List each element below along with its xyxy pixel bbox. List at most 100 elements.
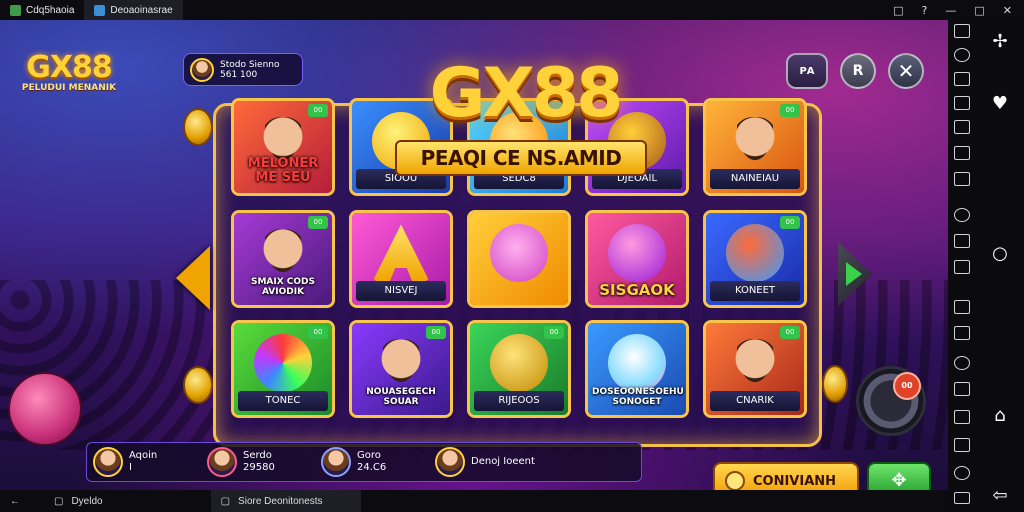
- toolbar-tool-icon[interactable]: [954, 260, 970, 274]
- gift-button[interactable]: ✥: [867, 462, 931, 490]
- minimize-icon[interactable]: —: [945, 4, 956, 17]
- coin-icon: [183, 366, 213, 404]
- tile-badge: 00: [308, 104, 328, 117]
- close-button[interactable]: ✕: [888, 53, 924, 89]
- game-symbol-icon: [726, 224, 784, 283]
- lock-icon[interactable]: ⌂: [990, 406, 1010, 426]
- toolbar-tool-icon[interactable]: [954, 438, 970, 452]
- toolbar-tool-icon[interactable]: [954, 172, 970, 186]
- settings-button[interactable]: РА: [786, 53, 828, 89]
- toolbar-tool-icon[interactable]: [954, 208, 970, 222]
- toolbar-tool-icon[interactable]: [954, 410, 970, 424]
- game-tile[interactable]: 00 NOUASEGECH SOUAR: [349, 320, 453, 418]
- tab-1[interactable]: Cdq5haoia: [0, 0, 84, 20]
- tile-badge: 00: [308, 216, 328, 229]
- game-subtitle-banner: PEAQI CE NS.AMID: [395, 140, 647, 176]
- character-portrait: [378, 339, 424, 392]
- toolbar-tool-icon[interactable]: [954, 356, 970, 370]
- list-item[interactable]: Serdo 29580: [207, 447, 311, 477]
- game-tile[interactable]: 00 CNARIK: [703, 320, 807, 418]
- player-profile-card[interactable]: Stodo Sienno 561 100: [183, 53, 303, 86]
- game-tile-label: NOUASEGECH SOUAR: [366, 387, 436, 407]
- coin-icon: [822, 365, 848, 403]
- heart-icon[interactable]: ♥: [990, 94, 1010, 114]
- continue-button[interactable]: CONIVIANH: [713, 462, 859, 490]
- game-tile[interactable]: DOSEOONESOEHU SONOGET: [585, 320, 689, 418]
- list-item[interactable]: Goro 24.C6: [321, 447, 425, 477]
- game-symbol-icon: [254, 334, 312, 393]
- tile-badge: 00: [780, 326, 800, 339]
- game-tile[interactable]: 00 TONEC: [231, 320, 335, 418]
- game-symbol-icon: [608, 334, 666, 393]
- game-tile[interactable]: 00 RIJEOOS: [467, 320, 571, 418]
- game-tile[interactable]: 00 NAINEIAU: [703, 98, 807, 196]
- player-score: 29580: [243, 462, 275, 473]
- player-score: I: [129, 462, 132, 473]
- game-tile-label: MELONER ME SEU: [247, 156, 319, 185]
- taskbar-item[interactable]: ▢ Siore Deonitonests: [210, 490, 361, 512]
- game-tile-label: CNARIK: [710, 391, 800, 411]
- game-tile-label: TONEC: [238, 391, 328, 411]
- taskbar-item-label: Dyeldo: [71, 495, 103, 507]
- player-name: Goro: [357, 450, 381, 461]
- game-tile-label: KONEET: [710, 281, 800, 301]
- player-name: Aqoin: [129, 450, 158, 461]
- spin-badge: 00: [893, 372, 921, 400]
- toolbar-tool-icon[interactable]: [954, 466, 970, 480]
- tab-1-label: Cdq5haoia: [26, 4, 75, 16]
- toolbar-tool-icon[interactable]: [954, 326, 970, 340]
- players-strip: Aqoin I Serdo 29580 Goro 24.C6 Denoj Ioe…: [86, 442, 642, 482]
- toolbar-tool-icon[interactable]: [954, 48, 970, 62]
- game-tile[interactable]: [467, 210, 571, 308]
- toolbar-tool-icon[interactable]: [954, 300, 970, 314]
- game-tile[interactable]: NISVEJ: [349, 210, 453, 308]
- avatar: [190, 57, 214, 82]
- profile-button[interactable]: R: [840, 53, 876, 89]
- brand-logo-subtitle: PELUDUI MENANIK: [21, 83, 117, 93]
- back-icon[interactable]: ⇦: [990, 486, 1010, 506]
- continue-button-label: CONIVIANH: [753, 473, 837, 489]
- player-score: 24.C6: [357, 462, 387, 473]
- avatar: [207, 447, 237, 477]
- game-tile-label: DOSEOONESOEHU SONOGET: [592, 387, 684, 407]
- list-item[interactable]: Denoj Ioeent: [435, 447, 539, 477]
- game-symbol-icon: [608, 224, 666, 283]
- app-favicon-icon: [94, 4, 106, 16]
- game-symbol-icon: [490, 224, 548, 283]
- home-circle-icon[interactable]: ○: [990, 244, 1010, 264]
- game-tile[interactable]: 00 KONEET: [703, 210, 807, 308]
- tile-badge: 00: [308, 326, 328, 339]
- list-item[interactable]: Aqoin I: [93, 447, 197, 477]
- tile-badge: 00: [780, 104, 800, 117]
- maximize-icon[interactable]: □: [974, 4, 984, 17]
- prev-arrow-icon[interactable]: [176, 246, 210, 310]
- close-window-icon[interactable]: ✕: [1003, 4, 1012, 17]
- help-icon[interactable]: ?: [922, 4, 928, 17]
- app-favicon-icon: [10, 4, 21, 16]
- game-symbol-icon: [490, 334, 548, 393]
- avatar: [321, 447, 351, 477]
- avatar: [435, 447, 465, 477]
- brand-logo: GX88 PELUDUI MENANIK: [14, 50, 124, 93]
- game-tile[interactable]: 00 MELONER ME SEU: [231, 98, 335, 196]
- window-icon: ▢: [54, 495, 64, 507]
- toolbar-tool-icon[interactable]: [954, 120, 970, 134]
- toolbar-tool-icon[interactable]: [954, 72, 970, 86]
- back-arrow-icon: ←: [10, 495, 20, 507]
- tab-2[interactable]: Deoaoinasrae: [84, 0, 183, 20]
- back-nav-button[interactable]: ←: [0, 490, 30, 512]
- game-tile[interactable]: SISGAOK: [585, 210, 689, 308]
- pinwheel-icon[interactable]: ✢: [990, 32, 1010, 52]
- toolbar-tool-icon[interactable]: [954, 96, 970, 110]
- toolbar-tool-icon[interactable]: [954, 234, 970, 248]
- toolbar-tool-icon[interactable]: [954, 24, 970, 38]
- game-tile[interactable]: 00 SMAIX CODS AVIODIK: [231, 210, 335, 308]
- window-icon: ▢: [220, 495, 231, 507]
- toolbar-tool-icon[interactable]: [954, 382, 970, 396]
- toolbar-tool-icon[interactable]: [954, 146, 970, 160]
- android-bottom-bar: ← ▢ Dyeldo ▢ Siore Deonitonests: [0, 490, 948, 512]
- taskbar-item[interactable]: ▢ Dyeldo: [30, 490, 113, 512]
- toolbar-tool-icon[interactable]: [954, 492, 970, 504]
- taskbar-item-label: Siore Deonitonests: [238, 495, 323, 507]
- fullscreen-icon[interactable]: □: [893, 4, 903, 17]
